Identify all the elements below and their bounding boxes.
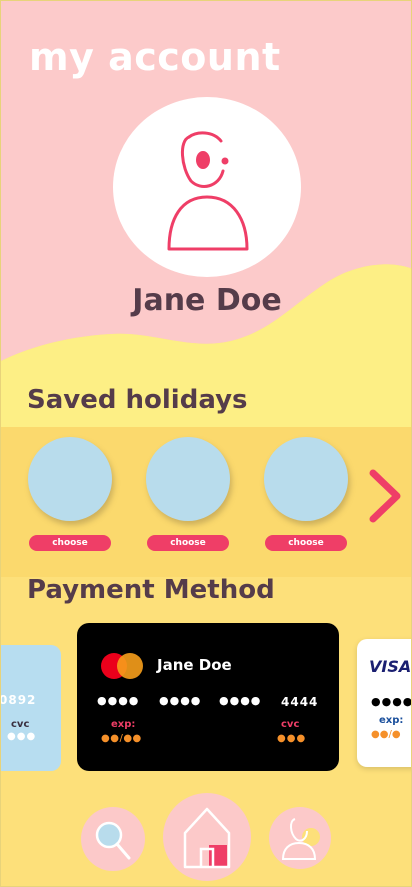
user-name: Jane Doe (132, 283, 282, 318)
card-holder-name: Jane Doe (157, 656, 232, 674)
payment-card-prev[interactable]: 0892 cvc ●●● (0, 645, 61, 771)
choose-button[interactable]: choose (29, 535, 111, 551)
holiday-item[interactable]: choose (27, 437, 113, 551)
payment-card-selected[interactable]: Jane Doe ●●●● ●●●● ●●●● 4444 exp: ●●/●● … (77, 623, 339, 771)
search-nav-button[interactable] (81, 807, 145, 871)
holiday-thumbnail[interactable] (28, 437, 112, 521)
app-screen: my account Jane Doe Saved holidays choos… (0, 0, 412, 887)
profile-nav-button[interactable] (269, 807, 331, 869)
magnifier-icon (95, 821, 131, 860)
holiday-item[interactable]: choose (145, 437, 231, 551)
card-number-group: ●●●● (159, 694, 202, 707)
chevron-right-icon[interactable] (365, 467, 405, 525)
cvc-label: cvc (11, 719, 30, 730)
card-last-digits: 0892 (0, 693, 37, 707)
mastercard-logo-icon (101, 653, 143, 679)
holiday-thumbnail[interactable] (146, 437, 230, 521)
saved-holidays-title: Saved holidays (27, 385, 248, 415)
profile-icon (281, 818, 320, 860)
holiday-thumbnail[interactable] (264, 437, 348, 521)
home-nav-button[interactable] (163, 793, 251, 881)
choose-button[interactable]: choose (147, 535, 229, 551)
payment-method-title: Payment Method (27, 575, 275, 605)
page-title: my account (29, 35, 281, 79)
card-last-digits: 4444 (281, 695, 319, 709)
cvc-mask: ●●● (7, 731, 37, 742)
cvc-mask: ●●● (277, 733, 307, 744)
exp-label: exp: (379, 715, 404, 726)
exp-label: exp: (111, 719, 136, 730)
card-number-group: ●●●● (97, 694, 140, 707)
exp-mask: ●●/●● (101, 733, 142, 744)
payment-card-next[interactable]: VISA ●●●● exp: ●●/● (357, 639, 412, 767)
visa-logo-icon: VISA (369, 657, 412, 676)
user-avatar-icon (167, 131, 249, 251)
card-number-group: ●●●● (371, 695, 412, 708)
exp-mask: ●●/● (371, 729, 401, 740)
home-icon (183, 807, 231, 869)
choose-button[interactable]: choose (265, 535, 347, 551)
holiday-item[interactable]: choose (263, 437, 349, 551)
cvc-label: cvc (281, 719, 300, 730)
card-number-group: ●●●● (219, 694, 262, 707)
